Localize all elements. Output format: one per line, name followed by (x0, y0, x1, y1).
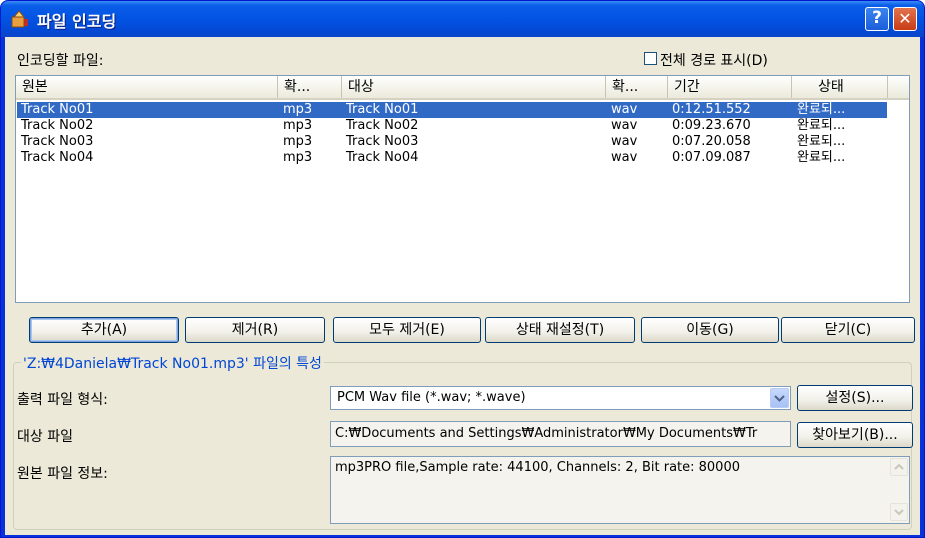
list-scroll-area (887, 100, 909, 302)
source-info-field[interactable]: mp3PRO file,Sample rate: 44100, Channels… (330, 456, 910, 524)
reset-status-button[interactable]: 상태 재설정(T) (485, 317, 635, 343)
files-label: 인코딩할 파일: (17, 53, 104, 69)
source-ext-cell: mp3 (283, 150, 313, 165)
scroll-up-icon[interactable] (890, 458, 908, 476)
output-format-label: 출력 파일 형식: (17, 392, 108, 408)
column-target-ext[interactable]: 확... (606, 76, 668, 98)
remove-all-button[interactable]: 모두 제거(E) (333, 317, 481, 343)
output-format-select[interactable]: PCM Wav file (*.wav; *.wave) (330, 386, 791, 410)
scroll-down-icon[interactable] (890, 503, 908, 521)
status-cell: 완료되... (797, 118, 846, 133)
window-title: 파일 인코딩 (37, 12, 117, 31)
source-ext-cell: mp3 (283, 118, 313, 133)
list-item[interactable]: Track No01 mp3 Track No01 wav 0:12.51.55… (17, 102, 887, 118)
title-bar[interactable]: 파일 인코딩 ? ✕ (1, 1, 924, 37)
status-cell: 완료되... (797, 150, 846, 165)
source-cell: Track No04 (21, 150, 94, 165)
source-info-scrollbar[interactable] (889, 457, 909, 523)
output-format-value: PCM Wav file (*.wav; *.wave) (337, 390, 526, 405)
source-ext-cell: mp3 (283, 102, 313, 117)
duration-cell: 0:07.20.058 (672, 134, 751, 149)
duration-cell: 0:09.23.670 (672, 118, 751, 133)
column-status[interactable]: 상태 (792, 76, 888, 98)
duration-cell: 0:07.09.087 (672, 150, 751, 165)
close-button[interactable]: 닫기(C) (781, 317, 915, 343)
add-button[interactable]: 추가(A) (29, 317, 179, 343)
move-button[interactable]: 이동(G) (641, 317, 779, 343)
column-source-ext[interactable]: 확... (278, 76, 342, 98)
list-header: 원본 확... 대상 확... 기간 상태 (16, 76, 909, 100)
list-item[interactable]: Track No04 mp3 Track No04 wav 0:07.09.08… (17, 150, 887, 166)
target-cell: Track No03 (346, 134, 419, 149)
source-ext-cell: mp3 (283, 134, 313, 149)
list-item[interactable]: Track No03 mp3 Track No03 wav 0:07.20.05… (17, 134, 887, 150)
show-full-path-label[interactable]: 전체 경로 표시(D) (660, 50, 768, 70)
dialog-body: 인코딩할 파일: 전체 경로 표시(D) 원본 확... 대상 확... 기간 … (5, 37, 920, 535)
list-item[interactable]: Track No02 mp3 Track No02 wav 0:09.23.67… (17, 118, 887, 134)
target-file-label: 대상 파일 (17, 429, 73, 445)
browse-button[interactable]: 찾아보기(B)... (797, 422, 913, 448)
target-ext-cell: wav (611, 118, 638, 133)
column-source[interactable]: 원본 (16, 76, 278, 98)
target-cell: Track No01 (346, 102, 419, 117)
source-cell: Track No02 (21, 118, 94, 133)
help-icon[interactable]: ? (865, 7, 889, 31)
source-cell: Track No01 (21, 102, 94, 117)
status-cell: 완료되... (797, 102, 846, 117)
source-cell: Track No03 (21, 134, 94, 149)
close-icon[interactable]: ✕ (893, 7, 917, 31)
target-ext-cell: wav (611, 150, 638, 165)
group-title: 'Z:₩4Daniela₩Track No01.mp3' 파일의 특성 (21, 353, 324, 373)
duration-cell: 0:12.51.552 (672, 102, 751, 117)
dropdown-arrow-icon[interactable] (770, 388, 789, 408)
target-ext-cell: wav (611, 102, 638, 117)
column-target[interactable]: 대상 (342, 76, 606, 98)
encoding-dialog: 파일 인코딩 ? ✕ 인코딩할 파일: 전체 경로 표시(D) 원본 확... … (0, 0, 925, 538)
target-ext-cell: wav (611, 134, 638, 149)
target-cell: Track No02 (346, 118, 419, 133)
remove-button[interactable]: 제거(R) (185, 317, 325, 343)
file-list[interactable]: 원본 확... 대상 확... 기간 상태 Track No01 mp3 Tra… (15, 75, 910, 303)
target-file-field[interactable]: C:₩Documents and Settings₩Administrator₩… (330, 421, 791, 447)
show-full-path-checkbox[interactable] (644, 52, 657, 65)
app-icon (11, 10, 29, 28)
column-duration[interactable]: 기간 (668, 76, 792, 98)
status-cell: 완료되... (797, 134, 846, 149)
settings-button[interactable]: 설정(S)... (797, 385, 913, 411)
source-info-value: mp3PRO file,Sample rate: 44100, Channels… (335, 460, 740, 475)
target-cell: Track No04 (346, 150, 419, 165)
source-info-label: 원본 파일 정보: (17, 466, 108, 482)
